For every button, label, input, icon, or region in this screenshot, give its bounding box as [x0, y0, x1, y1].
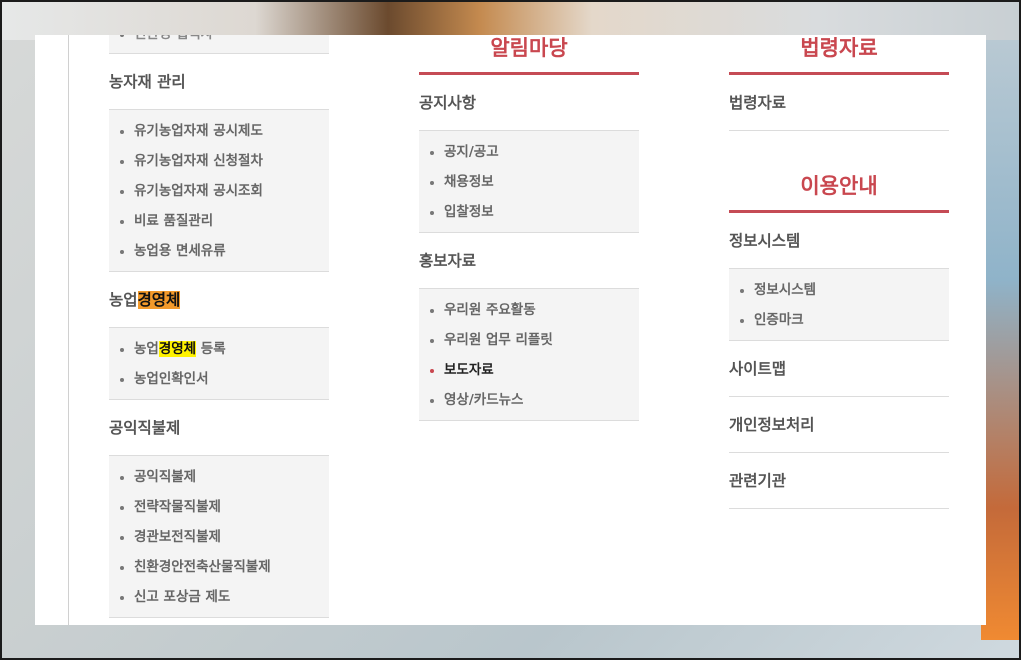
- submenu-item[interactable]: 친환경안전축산물직불제: [109, 552, 329, 582]
- submenu-item[interactable]: 경관보전직불제: [109, 522, 329, 552]
- submenu-public-payment: 공익직불제 전략작물직불제 경관보전직불제 친환경안전축산물직불제 신고 포상금…: [109, 456, 329, 618]
- submenu-item[interactable]: 우리원 주요활동: [419, 295, 639, 325]
- column-law-guide: 법령자료 법령자료 이용안내 정보시스템 정보시스템 인증마크 사이트맵 개인정…: [729, 35, 949, 509]
- submenu-item[interactable]: 유기농업자재 공시조회: [109, 176, 329, 206]
- submenu-item[interactable]: 인증마크: [729, 305, 949, 335]
- category-farm-materials[interactable]: 농자재 관리: [109, 54, 329, 110]
- item-prefix: 농업: [134, 341, 159, 357]
- submenu-pr: 우리원 주요활동 우리원 업무 리플릿 보도자료 영상/카드뉴스: [419, 289, 639, 421]
- background-top: [0, 0, 1021, 40]
- submenu-item[interactable]: 신고 포상금 제도: [109, 582, 329, 612]
- category-notices[interactable]: 공지사항: [419, 75, 639, 131]
- section-title-law: 법령자료: [729, 35, 949, 75]
- submenu-item[interactable]: 농업경영체 등록: [109, 334, 329, 364]
- item-suffix: 등록: [196, 341, 226, 357]
- submenu-item[interactable]: 유기농업자재 공시제도: [109, 116, 329, 146]
- category-public-payment[interactable]: 공익직불제: [109, 400, 329, 456]
- submenu-info-system: 정보시스템 인증마크: [729, 269, 949, 341]
- column-business: 친환경 협력사 농자재 관리 유기농업자재 공시제도 유기농업자재 신청절차 유…: [109, 35, 329, 618]
- submenu-partial: 친환경 협력사: [109, 35, 329, 54]
- link-sitemap[interactable]: 사이트맵: [729, 341, 949, 397]
- submenu-item[interactable]: 공지/공고: [419, 137, 639, 167]
- submenu-item-active[interactable]: 보도자료: [419, 355, 639, 385]
- sitemap-panel: 친환경 협력사 농자재 관리 유기농업자재 공시제도 유기농업자재 신청절차 유…: [35, 35, 986, 625]
- submenu-item[interactable]: 우리원 업무 리플릿: [419, 325, 639, 355]
- background-right: [981, 40, 1021, 640]
- search-highlight: 경영체: [158, 341, 197, 357]
- submenu-item[interactable]: 유기농업자재 신청절차: [109, 146, 329, 176]
- category-pr[interactable]: 홍보자료: [419, 233, 639, 289]
- submenu-item[interactable]: 농업인확인서: [109, 364, 329, 394]
- search-highlight: 경영체: [137, 291, 181, 309]
- link-related-orgs[interactable]: 관련기관: [729, 453, 949, 509]
- submenu-notices: 공지/공고 채용정보 입찰정보: [419, 131, 639, 233]
- category-label-prefix: 농업: [109, 291, 138, 309]
- submenu-item[interactable]: 전략작물직불제: [109, 492, 329, 522]
- submenu-item[interactable]: 입찰정보: [419, 197, 639, 227]
- submenu-item[interactable]: 영상/카드뉴스: [419, 385, 639, 415]
- submenu-item[interactable]: 공익직불제: [109, 462, 329, 492]
- submenu-item[interactable]: 채용정보: [419, 167, 639, 197]
- submenu-item[interactable]: 농업용 면세유류: [109, 236, 329, 266]
- section-title-guide: 이용안내: [729, 173, 949, 213]
- divider-line: [68, 35, 69, 625]
- submenu-farm-materials: 유기농업자재 공시제도 유기농업자재 신청절차 유기농업자재 공시조회 비료 품…: [109, 110, 329, 272]
- link-privacy[interactable]: 개인정보처리: [729, 397, 949, 453]
- category-farm-business[interactable]: 농업경영체: [109, 272, 329, 328]
- category-law[interactable]: 법령자료: [729, 75, 949, 131]
- submenu-item[interactable]: 정보시스템: [729, 275, 949, 305]
- column-notice: 알림마당 공지사항 공지/공고 채용정보 입찰정보 홍보자료 우리원 주요활동 …: [419, 35, 639, 421]
- submenu-item[interactable]: 비료 품질관리: [109, 206, 329, 236]
- submenu-farm-business: 농업경영체 등록 농업인확인서: [109, 328, 329, 400]
- category-info-system[interactable]: 정보시스템: [729, 213, 949, 269]
- submenu-item[interactable]: 친환경 협력사: [109, 35, 329, 49]
- section-title-notice: 알림마당: [419, 35, 639, 75]
